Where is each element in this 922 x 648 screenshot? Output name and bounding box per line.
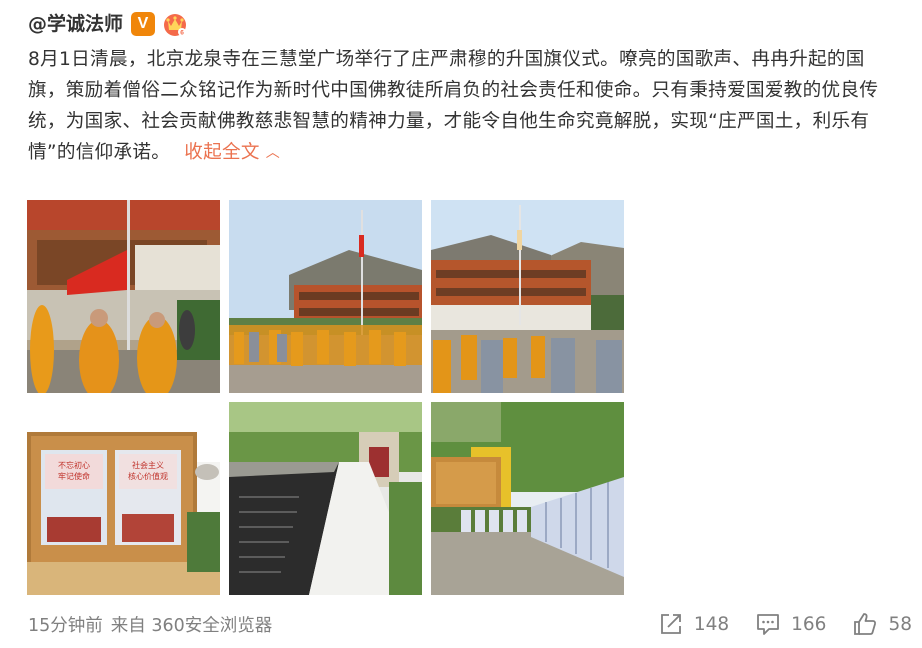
post-content: 8月1日清晨，北京龙泉寺在三慧堂广场举行了庄严肃穆的升国旗仪式。嘹亮的国歌声、冉… <box>28 44 900 169</box>
comment-button[interactable]: 166 <box>755 611 826 637</box>
like-count: 58 <box>888 613 912 635</box>
image-grid: 不忘初心牢记使命 社会主义核心价值观 <box>27 200 624 596</box>
photo-flag-raising-closeup[interactable] <box>27 200 220 393</box>
post-header: @学诚法师 V 6 <box>28 8 189 40</box>
crown-member-icon[interactable]: 6 <box>161 10 189 38</box>
post-text: 8月1日清晨，北京龙泉寺在三慧堂广场举行了庄严肃穆的升国旗仪式。嘹亮的国歌声、冉… <box>28 49 879 163</box>
author-name[interactable]: @学诚法师 <box>28 10 123 38</box>
comment-count: 166 <box>791 613 827 635</box>
collapse-full-text-link[interactable]: 收起全文 ︿ <box>184 142 280 163</box>
photo-temple-mountains[interactable] <box>431 200 624 393</box>
repost-button[interactable]: 148 <box>658 611 729 637</box>
photo-temple-ceremony-wide[interactable] <box>229 200 422 393</box>
svg-text:6: 6 <box>180 30 184 37</box>
chevron-up-icon: ︿ <box>265 145 281 161</box>
post-time[interactable]: 15分钟前 <box>28 612 103 637</box>
share-icon <box>660 614 681 634</box>
photo-stone-wall[interactable] <box>229 402 422 595</box>
photo-exhibition-panels[interactable] <box>431 402 624 595</box>
like-button[interactable]: 58 <box>852 611 912 637</box>
verified-badge-icon: V <box>131 12 156 36</box>
post-source[interactable]: 来自 360安全浏览器 <box>111 612 272 637</box>
thumbs-up-icon <box>854 613 877 635</box>
repost-count: 148 <box>693 613 730 635</box>
comment-icon <box>757 614 780 635</box>
post-meta: 15分钟前 来自 360安全浏览器 <box>28 612 632 637</box>
photo-display-board[interactable]: 不忘初心牢记使命 社会主义核心价值观 <box>27 402 220 595</box>
collapse-label: 收起全文 <box>184 142 260 163</box>
post-footer: 15分钟前 来自 360安全浏览器 148 166 58 <box>28 608 912 640</box>
post-actions: 148 166 58 <box>632 611 912 637</box>
